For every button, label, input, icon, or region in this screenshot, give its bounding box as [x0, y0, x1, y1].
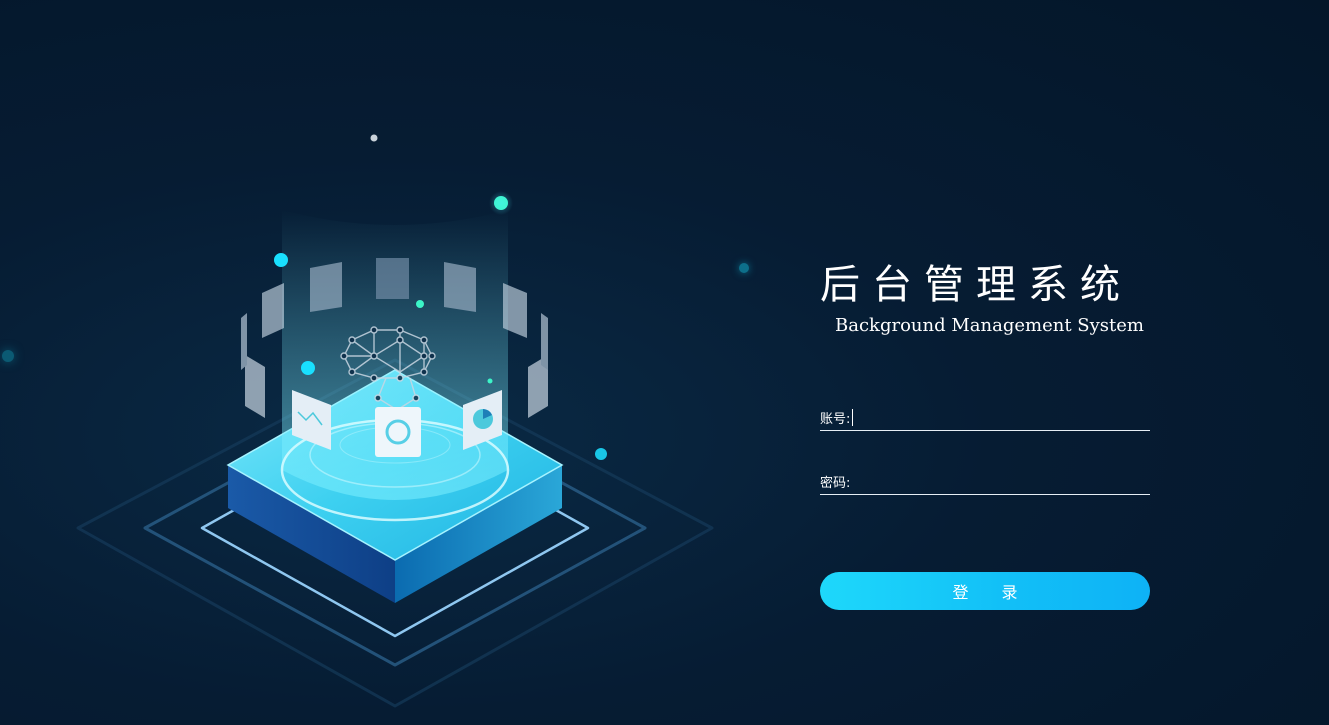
page-subtitle: Background Management System [835, 315, 1144, 336]
center-card [375, 407, 421, 457]
password-label: 密码: [820, 475, 851, 491]
glow-dot [274, 253, 288, 267]
password-input[interactable] [850, 470, 1150, 492]
glow-dot [489, 191, 513, 215]
account-field[interactable]: 账号: [820, 404, 1150, 431]
account-input[interactable] [853, 406, 1150, 428]
hero-illustration [76, 134, 714, 708]
login-panel: 后台管理系统 Background Management System 账号: … [820, 255, 1150, 615]
glow-dot [301, 361, 315, 375]
glow-dot [370, 134, 378, 142]
login-button[interactable]: 登 录 [820, 572, 1150, 610]
password-field[interactable]: 密码: [820, 468, 1150, 495]
glow-dot [595, 448, 607, 460]
login-page: 后台管理系统 Background Management System 账号: … [0, 0, 1329, 725]
glow-dot [487, 378, 493, 384]
account-label: 账号: [820, 411, 851, 427]
page-title: 后台管理系统 [820, 262, 1132, 308]
glow-dot [416, 300, 424, 308]
